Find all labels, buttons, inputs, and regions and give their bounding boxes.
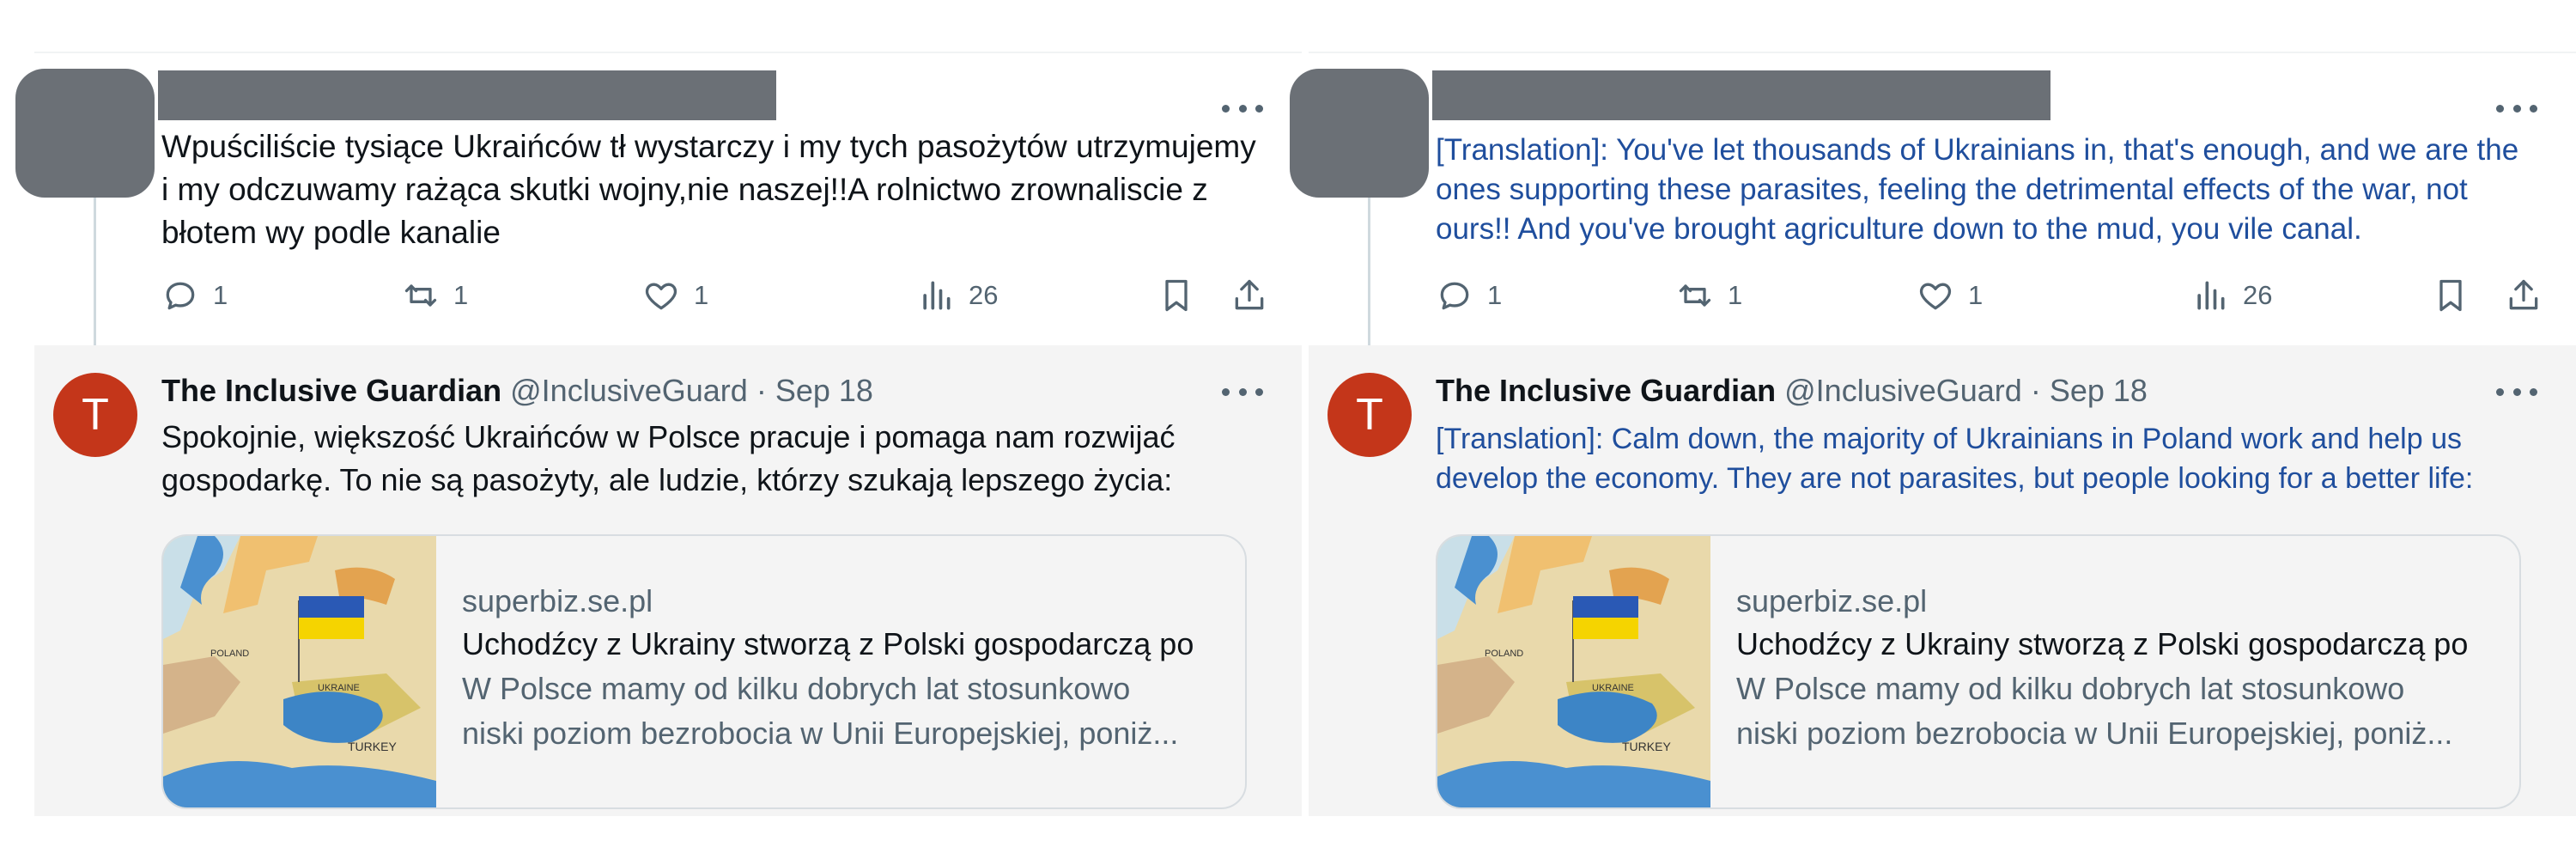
- redacted-avatar[interactable]: [15, 69, 155, 198]
- card-description: W Polsce mamy od kilku dobrych lat stosu…: [462, 667, 1226, 756]
- retweet-icon: [404, 284, 437, 307]
- reply-button[interactable]: 1: [1436, 277, 1502, 314]
- avatar[interactable]: T: [1327, 373, 1412, 457]
- share-icon: [1235, 279, 1264, 310]
- display-name[interactable]: The Inclusive Guardian: [161, 373, 501, 408]
- card-title: Uchodźcy z Ukrainy stworzą z Polski gosp…: [1736, 626, 2469, 661]
- more-icon[interactable]: [1222, 100, 1263, 117]
- views-icon: [923, 281, 951, 310]
- card-desc-line-2: niski poziom bezrobocia w Unii Europejsk…: [462, 716, 1179, 751]
- bookmark-button[interactable]: [1157, 277, 1195, 314]
- reply-count: 1: [1487, 280, 1503, 310]
- bookmark-icon: [2439, 279, 2462, 312]
- reply-text: Spokojnie, większość Ukraińców w Polsce …: [161, 419, 1176, 497]
- link-card[interactable]: POLAND UKRAINE TURKEY superbiz.se.pl Uch…: [1436, 534, 2521, 809]
- retweet-button[interactable]: 1: [1676, 277, 1742, 314]
- separator-dot: ·: [756, 373, 767, 408]
- card-domain: superbiz.se.pl: [462, 583, 653, 618]
- share-icon: [2509, 279, 2538, 310]
- timestamp[interactable]: Sep 18: [775, 373, 873, 408]
- redacted-username: [158, 70, 776, 120]
- tweet-text: Wpuściliście tysiące Ukraińców tł wystar…: [161, 129, 1256, 250]
- reply-header: The Inclusive Guardian @InclusiveGuard ·…: [161, 369, 873, 412]
- reply-text-translation: [Translation]: Calm down, the majority o…: [1436, 423, 2474, 495]
- original-tweet-panel: Wpuściliście tysiące Ukraińców tł wystar…: [15, 52, 1302, 816]
- tweet-text-translation: [Translation]: You've let thousands of U…: [1436, 133, 2519, 246]
- reply-icon: [1440, 282, 1469, 310]
- map-image: POLAND UKRAINE TURKEY: [163, 536, 436, 807]
- redacted-avatar[interactable]: [1290, 69, 1429, 198]
- card-body: superbiz.se.pl Uchodźcy z Ukrainy stworz…: [462, 581, 1226, 756]
- bookmark-icon: [1165, 279, 1188, 312]
- map-label-turkey: TURKEY: [1622, 740, 1671, 753]
- reply-button[interactable]: 1: [161, 277, 228, 314]
- more-icon[interactable]: [1222, 383, 1263, 400]
- card-title: Uchodźcy z Ukrainy stworzą z Polski gosp…: [462, 626, 1194, 661]
- map-label-ukraine: UKRAINE: [1592, 683, 1634, 693]
- tweet-actions: 1 1 1 26: [1436, 277, 2552, 328]
- share-button[interactable]: [2505, 277, 2543, 314]
- retweet-button[interactable]: 1: [402, 277, 468, 314]
- reply-icon: [166, 282, 195, 310]
- views-count: 26: [2243, 280, 2273, 310]
- map-label-poland: POLAND: [1485, 649, 1523, 659]
- reply-tweet[interactable]: T The Inclusive Guardian @InclusiveGuard…: [1309, 345, 2576, 816]
- views-button[interactable]: 26: [917, 277, 998, 314]
- like-count: 1: [1968, 280, 1984, 310]
- retweet-count: 1: [453, 280, 469, 310]
- reply-header: The Inclusive Guardian @InclusiveGuard ·…: [1436, 369, 2148, 412]
- like-button[interactable]: 1: [1917, 277, 1983, 314]
- share-button[interactable]: [1230, 277, 1268, 314]
- card-desc-line-1: W Polsce mamy od kilku dobrych lat stosu…: [1736, 671, 2405, 706]
- translated-tweet-panel: [Translation]: You've let thousands of U…: [1290, 52, 2576, 816]
- handle[interactable]: @InclusiveGuard: [510, 373, 748, 408]
- redacted-username: [1432, 70, 2050, 120]
- like-button[interactable]: 1: [642, 277, 708, 314]
- more-icon[interactable]: [2496, 383, 2537, 400]
- views-icon: [2197, 281, 2225, 310]
- divider: [1309, 52, 2576, 53]
- map-label-turkey: TURKEY: [348, 740, 397, 753]
- views-count: 26: [969, 280, 999, 310]
- tweet-actions: 1 1 1 26: [161, 277, 1278, 328]
- card-description: W Polsce mamy od kilku dobrych lat stosu…: [1736, 667, 2500, 756]
- map-image: POLAND UKRAINE TURKEY: [1437, 536, 1710, 807]
- separator-dot: ·: [2030, 373, 2041, 408]
- more-icon[interactable]: [2496, 100, 2537, 117]
- handle[interactable]: @InclusiveGuard: [1784, 373, 2022, 408]
- card-domain: superbiz.se.pl: [1736, 583, 1928, 618]
- map-label-poland: POLAND: [210, 649, 249, 659]
- map-label-ukraine: UKRAINE: [318, 683, 360, 693]
- retweet-icon: [1679, 284, 1711, 307]
- card-desc-line-2: niski poziom bezrobocia w Unii Europejsk…: [1736, 716, 2453, 751]
- timestamp[interactable]: Sep 18: [2050, 373, 2148, 408]
- avatar[interactable]: T: [53, 373, 137, 457]
- divider: [34, 52, 1302, 53]
- views-button[interactable]: 26: [2191, 277, 2272, 314]
- like-icon: [1919, 283, 1952, 310]
- retweet-count: 1: [1728, 280, 1743, 310]
- display-name[interactable]: The Inclusive Guardian: [1436, 373, 1776, 408]
- link-card[interactable]: POLAND UKRAINE TURKEY superbiz.se.pl Uch…: [161, 534, 1247, 809]
- card-body: superbiz.se.pl Uchodźcy z Ukrainy stworz…: [1736, 581, 2500, 756]
- like-icon: [645, 283, 677, 310]
- card-desc-line-1: W Polsce mamy od kilku dobrych lat stosu…: [462, 671, 1131, 706]
- reply-tweet[interactable]: T The Inclusive Guardian @InclusiveGuard…: [34, 345, 1302, 816]
- reply-count: 1: [213, 280, 228, 310]
- bookmark-button[interactable]: [2432, 277, 2470, 314]
- like-count: 1: [694, 280, 709, 310]
